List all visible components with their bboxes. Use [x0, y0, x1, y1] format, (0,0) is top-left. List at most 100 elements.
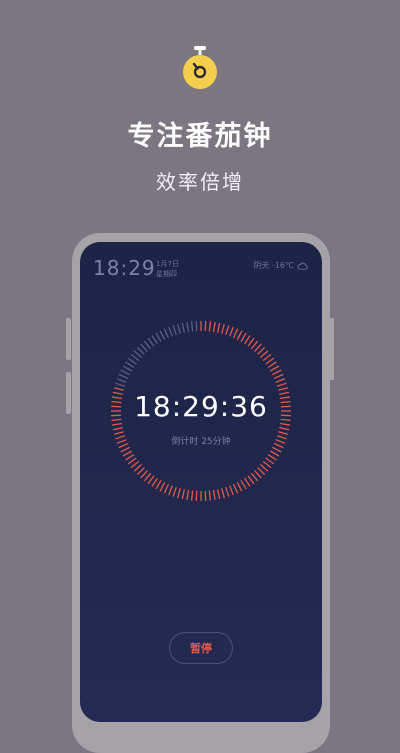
dial-tick — [212, 322, 216, 333]
dial-tick — [221, 323, 225, 334]
dial-tick — [271, 446, 282, 453]
dial-tick — [204, 490, 207, 501]
dial-tick — [163, 328, 170, 339]
dial-tick — [232, 328, 239, 339]
dial-tick — [140, 343, 148, 352]
dial-tick — [267, 361, 277, 368]
dial-tick — [257, 346, 266, 355]
dial-tick — [112, 426, 123, 431]
dial-tick — [190, 490, 194, 501]
dial-tick — [212, 489, 216, 500]
dial-tick — [250, 472, 259, 482]
phone-screen: 18:29 1月7日 星期四 阴天 -16℃ 18:29:36 倒计时 25分钟… — [80, 242, 322, 722]
dial-tick — [208, 490, 212, 501]
weather: 阴天 -16℃ — [253, 260, 308, 271]
dial-tick — [122, 365, 133, 372]
dial-tick — [127, 357, 137, 365]
dial-tick — [204, 321, 207, 332]
dial-tick — [195, 490, 198, 501]
dial-tick — [260, 350, 269, 358]
dial-tick — [177, 323, 181, 334]
dial-tick — [269, 450, 280, 457]
dial-tick — [267, 454, 277, 461]
dial-tick — [221, 488, 225, 499]
dial-tick — [163, 483, 170, 494]
phone-side-button — [66, 372, 71, 414]
dial-tick — [151, 335, 158, 345]
dial-tick — [262, 353, 272, 362]
weather-text: 阴天 -16℃ — [253, 261, 294, 270]
clock-date: 1月7日 星期四 — [156, 259, 179, 279]
dial-tick — [240, 332, 247, 343]
dial-tick — [229, 485, 234, 496]
dial-tick — [177, 488, 181, 499]
dial-tick — [247, 337, 255, 347]
dial-tick — [275, 378, 286, 383]
dial-tick — [120, 369, 131, 376]
dial-tick — [168, 485, 173, 496]
dial-tick — [254, 470, 262, 479]
dial-tick — [265, 457, 275, 465]
dial-tick — [265, 357, 275, 365]
weekday-text: 星期四 — [156, 270, 177, 278]
dial-tick — [136, 467, 145, 476]
dial-tick — [186, 489, 190, 500]
dial-tick — [254, 343, 262, 352]
dial-tick — [186, 322, 190, 333]
dial-tick — [147, 337, 155, 347]
dial-tick — [271, 369, 282, 376]
dial-tick — [181, 322, 186, 333]
dial-tick — [159, 481, 166, 492]
dial-tick — [216, 322, 221, 333]
dial-tick — [143, 340, 152, 350]
dial-tick — [130, 460, 140, 469]
dial-tick — [225, 325, 230, 336]
dial-tick — [133, 464, 142, 472]
dial-tick — [140, 470, 148, 479]
dial-tick — [250, 340, 259, 350]
dial-tick — [244, 477, 251, 487]
dial-tick — [155, 332, 162, 343]
dial-tick — [216, 489, 221, 500]
dial-tick — [125, 361, 135, 368]
dial-tick — [247, 475, 255, 485]
dial-tick — [229, 326, 234, 337]
dial-tick — [181, 489, 186, 500]
dial-tick — [151, 477, 158, 487]
dial-tick — [257, 467, 266, 476]
dial-tick — [279, 422, 290, 426]
dial-tick — [276, 382, 287, 387]
cloud-icon — [297, 262, 308, 270]
subheadline: 效率倍增 — [156, 170, 244, 194]
dial-tick — [168, 326, 173, 337]
clock-time: 18:29 — [93, 256, 156, 280]
dial-tick — [172, 486, 177, 497]
pause-button[interactable]: 暂停 — [169, 632, 233, 664]
dial-tick — [208, 321, 212, 332]
dial-tick — [122, 450, 133, 457]
phone-side-button — [66, 318, 71, 360]
dial-tick — [190, 321, 194, 332]
dial-tick — [115, 382, 126, 387]
dial-tick — [269, 365, 280, 372]
dial-tick — [262, 460, 272, 469]
dial-tick — [155, 479, 162, 490]
dial-tick — [147, 475, 155, 485]
dial-tick — [159, 330, 166, 341]
dial-tick — [118, 373, 129, 380]
dial-tick — [133, 350, 142, 358]
stopwatch-icon — [183, 46, 217, 89]
dial-tick — [279, 426, 290, 431]
date-text: 1月7日 — [156, 260, 179, 268]
dial-tick — [125, 454, 135, 461]
dial-tick — [116, 378, 127, 383]
dial-tick — [120, 446, 131, 453]
countdown-label: 倒计时 25分钟 — [171, 437, 231, 447]
dial-tick — [244, 335, 251, 345]
dial-tick — [236, 481, 243, 492]
dial-tick — [172, 325, 177, 336]
headline: 专注番茄钟 — [127, 121, 273, 152]
dial-tick — [240, 479, 247, 490]
dial-tick — [236, 330, 243, 341]
dial-tick — [136, 346, 145, 355]
